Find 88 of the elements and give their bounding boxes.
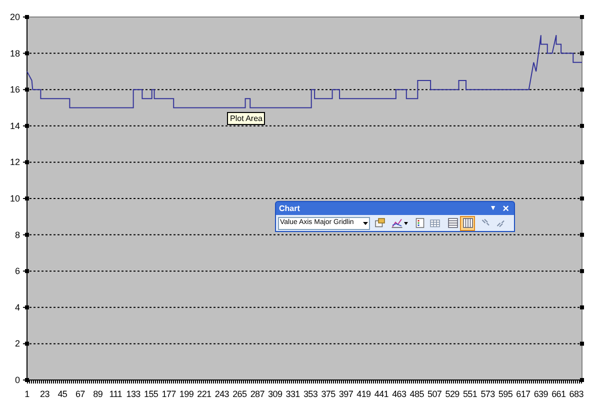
y-axis-label: 4 (14, 302, 20, 312)
gridline[interactable] (29, 270, 580, 272)
x-axis-label: 529 (445, 389, 460, 399)
x-axis-label: 243 (214, 389, 229, 399)
x-axis-label: 463 (392, 389, 406, 399)
caret-icon (404, 222, 408, 224)
plot-area[interactable] (26, 16, 582, 380)
legend-icon (414, 217, 426, 229)
selection-handle[interactable] (25, 124, 29, 128)
selection-handle[interactable] (580, 51, 584, 56)
selection-handle[interactable] (580, 160, 584, 164)
y-axis-label: 18 (10, 48, 20, 58)
x-axis-label: 683 (569, 389, 584, 399)
selection-handle[interactable] (25, 196, 29, 200)
selection-handle[interactable] (580, 342, 584, 346)
x-axis-label: 177 (162, 389, 176, 399)
by-row-icon (446, 217, 458, 229)
x-axis-label: 617 (516, 389, 530, 399)
x-axis-label: 507 (428, 389, 442, 399)
y-axis-label: 2 (14, 338, 20, 349)
x-axis-label: 23 (40, 389, 50, 399)
y-axis[interactable] (22, 16, 28, 380)
by-column-icon (462, 217, 474, 229)
x-axis-label: 221 (197, 389, 212, 399)
x-axis-label: 155 (144, 389, 158, 399)
by-column-button[interactable] (460, 216, 475, 230)
selection-handle[interactable] (580, 88, 584, 92)
gridline[interactable] (29, 234, 580, 236)
x-axis-label: 375 (321, 389, 336, 399)
x-axis-label: 67 (75, 389, 85, 399)
gridline[interactable] (29, 198, 580, 199)
selection-handle[interactable] (25, 342, 29, 346)
y-axis-label: 6 (14, 266, 20, 276)
selection-handle[interactable] (580, 15, 584, 19)
selection-handle[interactable] (580, 196, 584, 200)
y-axis-label: 20 (10, 12, 20, 22)
selection-handle[interactable] (580, 305, 584, 310)
x-axis-label: 639 (534, 389, 548, 399)
x-axis-label: 199 (179, 389, 194, 399)
selection-handle[interactable] (25, 160, 29, 164)
x-axis-label: 331 (286, 389, 300, 399)
x-axis-label: 111 (109, 389, 122, 399)
gridline[interactable] (29, 343, 580, 344)
gridline[interactable] (29, 52, 580, 54)
by-row-button[interactable] (445, 216, 460, 230)
selection-handle[interactable] (25, 88, 29, 92)
x-axis-label: 309 (268, 389, 282, 399)
data-table-icon (428, 217, 440, 229)
y-axis-label: 8 (14, 230, 20, 240)
selection-handle[interactable] (25, 305, 29, 310)
y-axis-label: 0 (14, 375, 20, 385)
x-axis-label: 441 (374, 389, 388, 399)
y-axis-label: 10 (10, 194, 20, 204)
gridline[interactable] (29, 162, 580, 163)
selection-handle[interactable] (25, 232, 29, 237)
x-axis[interactable] (26, 380, 582, 384)
selection-handle[interactable] (580, 269, 584, 274)
gridline[interactable] (29, 306, 580, 308)
selection-handle[interactable] (580, 124, 584, 128)
format-selection-icon (374, 217, 386, 229)
y-axis-label: 16 (10, 84, 20, 95)
x-axis-label: 661 (552, 389, 566, 399)
selection-handle[interactable] (25, 269, 29, 274)
selection-handle[interactable] (580, 378, 584, 382)
x-axis-label: 397 (338, 389, 354, 399)
selection-handle[interactable] (25, 378, 29, 382)
x-axis-label: 353 (303, 389, 318, 399)
selection-handle[interactable] (25, 51, 29, 56)
chart-type-icon (391, 217, 403, 229)
tooltip: Plot Area (227, 112, 266, 125)
selection-handle[interactable] (25, 15, 29, 19)
x-axis-label: 287 (250, 389, 264, 399)
x-axis-label: 265 (232, 389, 247, 399)
gridline[interactable] (29, 125, 580, 126)
toolbar-title: Chart (279, 202, 300, 214)
x-axis-label: 419 (356, 389, 371, 399)
x-axis-label: 595 (498, 389, 513, 399)
x-axis-label: 133 (126, 389, 140, 399)
x-axis-label: 89 (93, 389, 103, 399)
y-axis-label: 12 (10, 157, 20, 168)
x-axis-label: 485 (410, 389, 424, 399)
close-button[interactable]: × (500, 204, 511, 214)
x-axis-label: 551 (462, 389, 478, 399)
x-axis-label: 1 (24, 389, 30, 399)
selection-handle[interactable] (580, 232, 584, 237)
x-axis-label: 573 (480, 389, 495, 399)
x-axis-label: 45 (58, 389, 68, 399)
y-axis-label: 14 (10, 120, 20, 131)
